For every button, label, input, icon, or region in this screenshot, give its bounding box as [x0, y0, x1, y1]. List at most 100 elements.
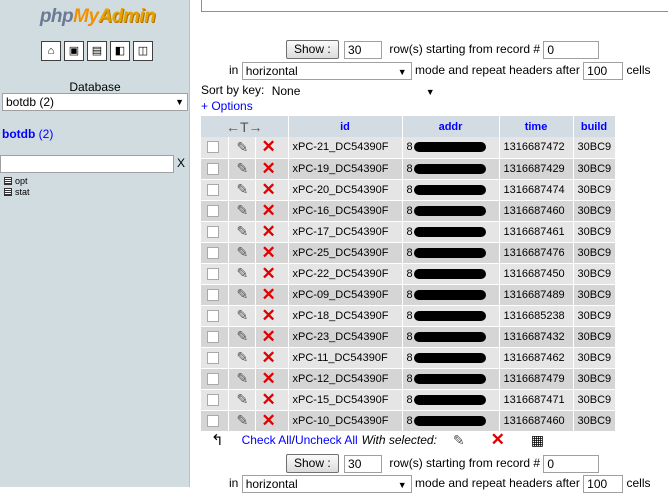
- delete-icon[interactable]: ✕: [262, 180, 276, 200]
- pencil-icon[interactable]: ✎: [237, 244, 249, 261]
- delete-icon[interactable]: ✕: [262, 243, 276, 263]
- delete-icon[interactable]: ✕: [491, 430, 505, 450]
- pencil-icon[interactable]: ✎: [453, 432, 465, 449]
- row-checkbox[interactable]: [207, 372, 219, 385]
- pencil-icon[interactable]: ✎: [237, 391, 249, 408]
- sort-key-select[interactable]: None ▼: [267, 82, 440, 100]
- row-checkbox[interactable]: [207, 267, 219, 280]
- pencil-icon[interactable]: ✎: [237, 370, 249, 387]
- reload-icon[interactable]: ◫: [133, 41, 153, 61]
- home-icon[interactable]: ⌂: [41, 41, 61, 61]
- export-icon[interactable]: ▦: [531, 432, 544, 449]
- pencil-icon[interactable]: ✎: [237, 286, 249, 303]
- uncheck-all-link[interactable]: Uncheck All: [295, 433, 358, 447]
- table-link-stat[interactable]: stat: [4, 187, 30, 197]
- row-delete-cell: ✕: [255, 326, 289, 348]
- redaction-bar: [413, 331, 486, 342]
- pencil-icon[interactable]: ✎: [237, 265, 249, 282]
- database-link-name: botdb: [2, 127, 36, 141]
- row-checkbox[interactable]: [207, 393, 219, 406]
- delete-icon[interactable]: ✕: [262, 159, 276, 179]
- row-checkbox[interactable]: [207, 414, 219, 427]
- tab-bar-edge: [201, 0, 668, 12]
- docs-icon[interactable]: ◧: [110, 41, 130, 61]
- display-mode-select-bottom[interactable]: horizontal ▼: [241, 475, 412, 493]
- sql-icon[interactable]: ▤: [87, 41, 107, 61]
- table-link-label: stat: [15, 187, 30, 197]
- cell-id: xPC-11_DC54390F: [288, 347, 403, 369]
- row-checkbox[interactable]: [207, 183, 219, 196]
- pencil-icon[interactable]: ✎: [237, 328, 249, 345]
- column-header-time[interactable]: time: [499, 116, 574, 137]
- show-button-bottom[interactable]: Show :: [286, 454, 339, 473]
- row-checkbox[interactable]: [207, 162, 219, 175]
- row-select-cell: [201, 305, 229, 327]
- repeat-headers-input[interactable]: 100: [583, 62, 624, 80]
- delete-icon[interactable]: ✕: [262, 327, 276, 347]
- row-checkbox[interactable]: [207, 351, 219, 364]
- table-row: ✎ ✕ xPC-23_DC54390F 8 1316687432 30BC9: [201, 326, 616, 348]
- table-row: ✎ ✕ xPC-21_DC54390F 8 1316687472 30BC9: [201, 137, 616, 159]
- pencil-icon[interactable]: ✎: [237, 160, 249, 177]
- row-checkbox[interactable]: [207, 246, 219, 259]
- cell-build: 30BC9: [573, 200, 616, 222]
- check-all-link[interactable]: Check All: [242, 433, 292, 447]
- repeat-headers-input-bottom[interactable]: 100: [583, 475, 624, 493]
- pencil-icon[interactable]: ✎: [237, 223, 249, 240]
- query-window-icon[interactable]: ▣: [64, 41, 84, 61]
- database-select[interactable]: botdb (2) ▼: [2, 93, 188, 111]
- row-checkbox[interactable]: [207, 288, 219, 301]
- phpmyadmin-logo[interactable]: phpMyAdmin: [30, 3, 165, 35]
- column-header-addr[interactable]: addr: [402, 116, 500, 137]
- table-icon: [4, 177, 12, 185]
- row-checkbox[interactable]: [207, 141, 219, 154]
- delete-icon[interactable]: ✕: [262, 348, 276, 368]
- column-header-build[interactable]: build: [573, 116, 616, 137]
- pencil-icon[interactable]: ✎: [237, 202, 249, 219]
- delete-icon[interactable]: ✕: [262, 306, 276, 326]
- cell-time: 1316687432: [499, 326, 574, 348]
- pencil-icon[interactable]: ✎: [237, 139, 249, 156]
- addr-prefix: 8: [406, 309, 413, 322]
- row-delete-cell: ✕: [255, 389, 289, 411]
- cell-addr: 8: [402, 221, 500, 243]
- column-header-id[interactable]: id: [288, 116, 403, 137]
- delete-icon[interactable]: ✕: [262, 369, 276, 389]
- rows-count-input-bottom[interactable]: 30: [344, 454, 383, 473]
- pencil-icon[interactable]: ✎: [237, 307, 249, 324]
- pencil-icon[interactable]: ✎: [237, 412, 249, 429]
- redaction-bar: [413, 415, 486, 426]
- delete-icon[interactable]: ✕: [262, 264, 276, 284]
- sort-key-value: None: [271, 84, 301, 98]
- redaction-bar: [413, 394, 486, 405]
- start-record-input-bottom[interactable]: 0: [543, 454, 600, 473]
- filter-clear-button[interactable]: X: [177, 156, 185, 170]
- row-checkbox[interactable]: [207, 225, 219, 238]
- row-checkbox[interactable]: [207, 330, 219, 343]
- row-delete-cell: ✕: [255, 200, 289, 222]
- delete-icon[interactable]: ✕: [262, 390, 276, 410]
- delete-icon[interactable]: ✕: [262, 201, 276, 221]
- start-record-input[interactable]: 0: [543, 40, 600, 59]
- delete-icon[interactable]: ✕: [262, 411, 276, 431]
- show-button[interactable]: Show :: [286, 40, 339, 59]
- addr-prefix: 8: [406, 414, 413, 427]
- column-resize-control[interactable]: ←T→: [201, 116, 289, 137]
- pencil-icon[interactable]: ✎: [237, 181, 249, 198]
- rows-count-input[interactable]: 30: [344, 40, 383, 59]
- pencil-icon[interactable]: ✎: [237, 349, 249, 366]
- delete-icon[interactable]: ✕: [262, 137, 276, 157]
- table-filter-input[interactable]: [0, 155, 174, 173]
- delete-icon[interactable]: ✕: [262, 222, 276, 242]
- delete-icon[interactable]: ✕: [262, 285, 276, 305]
- row-checkbox[interactable]: [207, 204, 219, 217]
- cell-addr: 8: [402, 347, 500, 369]
- cell-id: xPC-15_DC54390F: [288, 389, 403, 411]
- options-link[interactable]: + Options: [201, 99, 253, 113]
- row-delete-cell: ✕: [255, 368, 289, 390]
- table-link-opt[interactable]: opt: [4, 176, 28, 186]
- display-mode-select[interactable]: horizontal ▼: [241, 62, 412, 80]
- row-checkbox[interactable]: [207, 309, 219, 322]
- database-link[interactable]: botdb (2): [2, 127, 53, 141]
- cell-time: 1316687429: [499, 158, 574, 180]
